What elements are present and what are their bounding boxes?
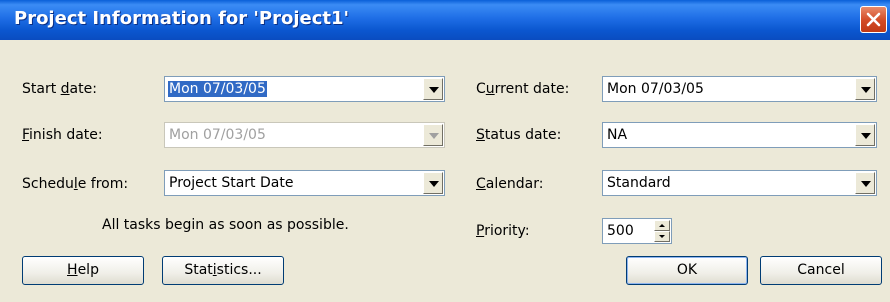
cancel-button[interactable]: Cancel — [760, 256, 882, 285]
title-bar[interactable]: Project Information for 'Project1' — [0, 0, 890, 40]
start-date-dropdown[interactable]: Mon 07/03/05 — [164, 76, 445, 102]
dialog-title: Project Information for 'Project1' — [14, 8, 350, 29]
schedule-from-dropdown[interactable]: Project Start Date — [164, 170, 445, 196]
finish-date-dropdown: Mon 07/03/05 — [164, 122, 445, 148]
priority-value: 500 — [607, 223, 634, 239]
start-date-value: Mon 07/03/05 — [168, 81, 267, 97]
schedule-from-label: Schedule from: — [22, 176, 129, 192]
current-date-value: Mon 07/03/05 — [607, 81, 704, 97]
chevron-down-icon[interactable] — [423, 78, 443, 100]
calendar-dropdown[interactable]: Standard — [602, 170, 877, 196]
schedule-from-value: Project Start Date — [169, 175, 294, 191]
ok-button[interactable]: OK — [626, 256, 748, 285]
help-button[interactable]: Help — [22, 256, 144, 285]
chevron-down-icon — [423, 124, 443, 146]
finish-date-value: Mon 07/03/05 — [169, 127, 266, 143]
spin-down-icon[interactable] — [654, 231, 670, 242]
current-date-dropdown[interactable]: Mon 07/03/05 — [602, 76, 877, 102]
close-button[interactable] — [860, 6, 887, 33]
status-date-label: Status date: — [476, 127, 562, 143]
chevron-down-icon[interactable] — [855, 172, 875, 194]
statistics-button[interactable]: Statistics... — [162, 256, 284, 285]
calendar-value: Standard — [607, 175, 671, 191]
start-date-label: Start date: — [22, 81, 97, 97]
status-date-value: NA — [607, 127, 628, 143]
current-date-label: Current date: — [476, 81, 570, 97]
priority-spinner[interactable]: 500 — [602, 218, 672, 244]
chevron-down-icon[interactable] — [423, 172, 443, 194]
calendar-label: Calendar: — [476, 176, 544, 192]
spin-up-icon[interactable] — [654, 220, 670, 231]
chevron-down-icon[interactable] — [855, 78, 875, 100]
close-icon — [866, 12, 881, 27]
schedule-note: All tasks begin as soon as possible. — [102, 217, 349, 233]
status-date-dropdown[interactable]: NA — [602, 122, 877, 148]
chevron-down-icon[interactable] — [855, 124, 875, 146]
priority-label: Priority: — [476, 223, 530, 239]
project-information-dialog: Project Information for 'Project1' Start… — [0, 0, 890, 302]
spinner-arrows — [654, 220, 670, 242]
finish-date-label: Finish date: — [22, 127, 103, 143]
